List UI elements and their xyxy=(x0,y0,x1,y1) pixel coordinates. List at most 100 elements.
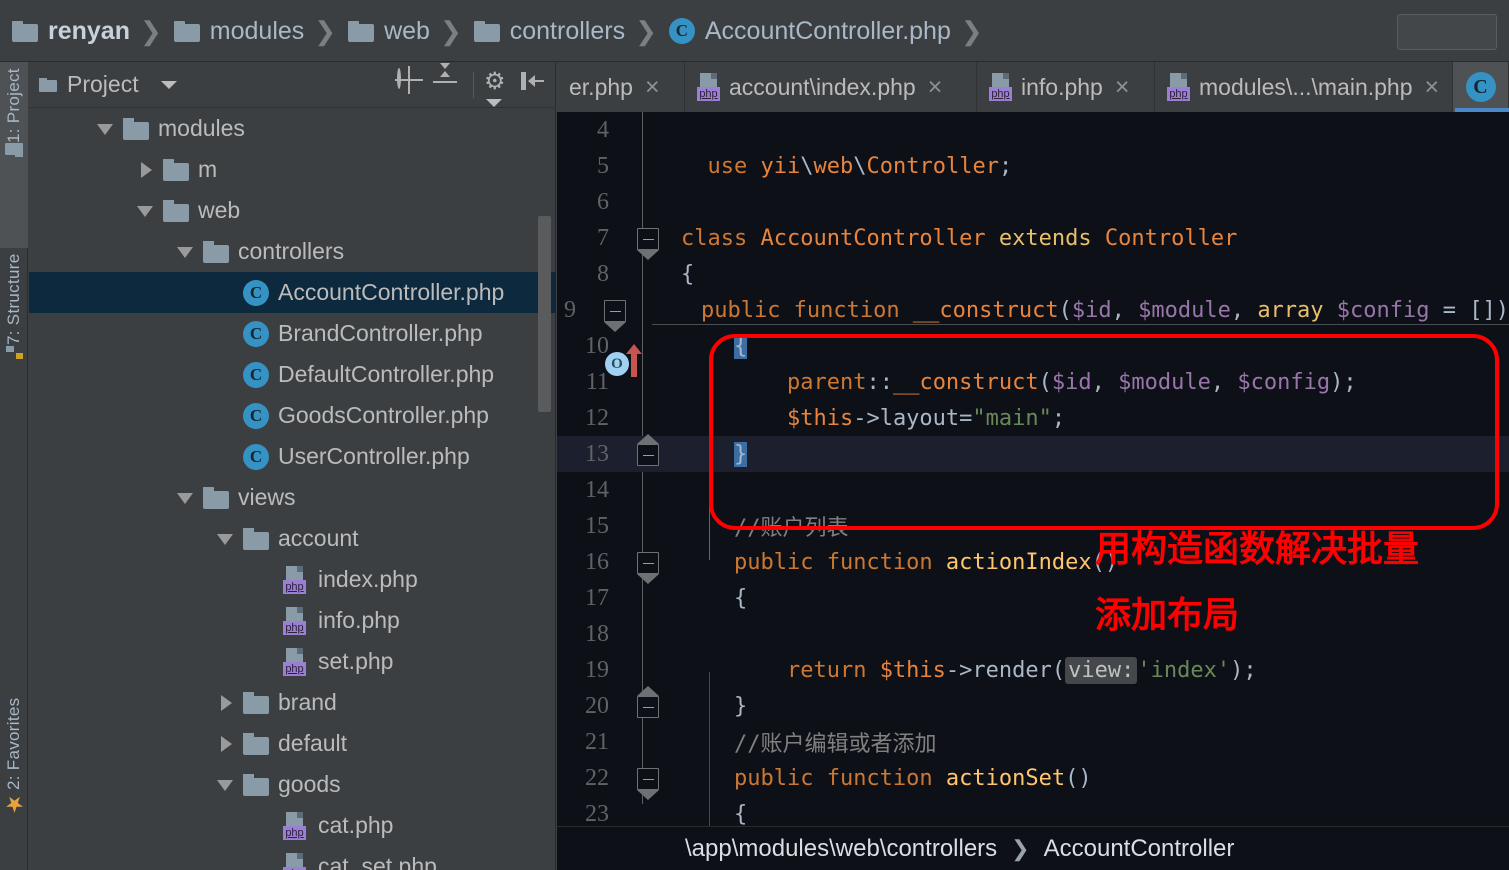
fold-marker[interactable] xyxy=(637,228,659,250)
editor-gutter[interactable] xyxy=(619,328,671,364)
tree-item-info-php[interactable]: php info.php xyxy=(29,600,556,641)
editor-gutter[interactable] xyxy=(619,220,671,260)
gear-icon[interactable]: ⚙ xyxy=(484,70,514,107)
tree-item-goodscontroller-php[interactable]: C GoodsController.php xyxy=(29,395,556,436)
breadcrumb-item-web[interactable]: web ❯ xyxy=(344,0,470,62)
fold-marker[interactable] xyxy=(603,300,626,322)
tree-item-defaultcontroller-php[interactable]: C DefaultController.php xyxy=(29,354,556,395)
code-line[interactable]: 8{ xyxy=(557,256,1509,292)
tool-tab-project[interactable]: 1: Project xyxy=(0,62,28,248)
editor-gutter[interactable] xyxy=(619,508,671,544)
editor-gutter[interactable] xyxy=(586,292,638,332)
tree-item-accountcontroller-php[interactable]: C AccountController.php xyxy=(29,272,556,313)
code-line[interactable]: 10 { xyxy=(557,328,1509,364)
status-symbol[interactable]: AccountController xyxy=(1044,835,1235,863)
editor-tab-modules-main-php[interactable]: php modules\...\main.php × xyxy=(1155,62,1453,112)
tree-item-default[interactable]: default xyxy=(29,723,556,764)
tool-tab-structure[interactable]: 7: Structure xyxy=(0,248,28,438)
fold-marker[interactable] xyxy=(637,696,659,718)
code-line[interactable]: 14 xyxy=(557,472,1509,508)
editor-gutter[interactable] xyxy=(619,472,671,508)
editor-gutter[interactable] xyxy=(619,760,671,800)
tree-item-index-php[interactable]: php index.php xyxy=(29,559,556,600)
editor-tab-info-php[interactable]: php info.php × xyxy=(977,62,1155,112)
tree-item-set-php[interactable]: php set.php xyxy=(29,641,556,682)
chevron-right-icon[interactable] xyxy=(133,157,159,183)
breadcrumb-item-controllers[interactable]: controllers ❯ xyxy=(470,0,665,62)
editor-gutter[interactable] xyxy=(619,580,671,616)
tool-tab-favorites[interactable]: ★ 2: Favorites xyxy=(0,692,28,870)
tree-item-controllers[interactable]: controllers xyxy=(29,231,556,272)
editor-gutter[interactable] xyxy=(619,616,671,652)
code-line[interactable]: 21 //账户编辑或者添加 xyxy=(557,724,1509,760)
project-title-group[interactable]: Project xyxy=(29,71,177,98)
tree-item-web[interactable]: web xyxy=(29,190,556,231)
editor-gutter[interactable] xyxy=(619,184,671,220)
breadcrumb-item-modules[interactable]: modules ❯ xyxy=(170,0,344,62)
editor-gutter[interactable] xyxy=(619,434,671,472)
code-editor[interactable]: O 45 use yii\web\Controller; 6 7 class Acco… xyxy=(557,112,1509,870)
breadcrumb-item-renyan[interactable]: renyan ❯ xyxy=(8,0,170,62)
editor-gutter[interactable] xyxy=(619,148,671,184)
chevron-right-icon[interactable] xyxy=(213,690,239,716)
hide-icon[interactable] xyxy=(520,70,550,100)
code-line[interactable]: 6 xyxy=(557,184,1509,220)
code-line[interactable]: 20 } xyxy=(557,686,1509,724)
tree-item-modules[interactable]: modules xyxy=(29,108,556,149)
chevron-down-icon[interactable] xyxy=(133,198,159,224)
code-line[interactable]: 11 parent::__construct($id, $module, $co… xyxy=(557,364,1509,400)
editor-gutter[interactable] xyxy=(619,256,671,292)
code-line[interactable]: 4 xyxy=(557,112,1509,148)
code-line[interactable]: 17 { xyxy=(557,580,1509,616)
tree-item-m[interactable]: m xyxy=(29,149,556,190)
code-line[interactable]: 9 public function __construct($id, $modu… xyxy=(557,292,1509,332)
chevron-down-icon[interactable] xyxy=(173,239,199,265)
project-tree-scrollbar[interactable] xyxy=(538,216,551,412)
tree-item-brand[interactable]: brand xyxy=(29,682,556,723)
locate-icon[interactable] xyxy=(397,68,427,100)
editor-gutter[interactable] xyxy=(619,686,671,724)
code-line[interactable]: 18 xyxy=(557,616,1509,652)
fold-marker[interactable] xyxy=(637,552,659,574)
breadcrumb-item-accountcontroller-php[interactable]: C AccountController.php ❯ xyxy=(665,0,991,62)
fold-marker[interactable] xyxy=(637,444,659,466)
chevron-down-icon[interactable] xyxy=(213,772,239,798)
nav-widget-box[interactable] xyxy=(1397,14,1497,50)
close-icon[interactable]: × xyxy=(645,73,660,102)
editor-gutter[interactable] xyxy=(619,112,671,148)
code-line[interactable]: 13 } xyxy=(557,434,1509,472)
close-icon[interactable]: × xyxy=(1115,73,1130,102)
tree-item-account[interactable]: account xyxy=(29,518,556,559)
chevron-down-icon[interactable] xyxy=(213,526,239,552)
project-tree[interactable]: modules m web controllers C AccountController… xyxy=(29,108,556,870)
editor-gutter[interactable] xyxy=(619,724,671,760)
editor-gutter[interactable] xyxy=(619,544,671,584)
chevron-down-icon[interactable] xyxy=(173,485,199,511)
tree-item-cat-php[interactable]: php cat.php xyxy=(29,805,556,846)
close-icon[interactable]: × xyxy=(928,73,943,102)
editor-gutter[interactable] xyxy=(619,652,671,688)
code-line[interactable]: 12 $this->layout="main"; xyxy=(557,400,1509,436)
code-line[interactable]: 19 return $this->render(view:'index'); xyxy=(557,652,1509,688)
fold-marker[interactable] xyxy=(637,768,659,790)
editor-tab-active[interactable]: C xyxy=(1453,62,1509,112)
code-line[interactable]: 22 public function actionSet() xyxy=(557,760,1509,800)
chevron-down-icon[interactable] xyxy=(93,116,119,142)
editor-gutter[interactable] xyxy=(619,400,671,436)
close-icon[interactable]: × xyxy=(1425,73,1440,102)
status-path[interactable]: \app\modules\web\controllers xyxy=(685,835,997,863)
code-line[interactable]: 7 class AccountController extends Control… xyxy=(557,220,1509,260)
tree-item-cat-set-php[interactable]: php cat_set.php xyxy=(29,846,556,870)
tree-item-views[interactable]: views xyxy=(29,477,556,518)
collapse-all-icon[interactable] xyxy=(433,63,463,100)
editor-tab-account-index-php[interactable]: php account\index.php × xyxy=(685,62,977,112)
editor-tab-er-php[interactable]: er.php × xyxy=(557,62,685,112)
tree-item-usercontroller-php[interactable]: C UserController.php xyxy=(29,436,556,477)
editor-gutter[interactable] xyxy=(619,364,671,400)
chevron-down-icon[interactable] xyxy=(160,80,177,89)
tree-item-goods[interactable]: goods xyxy=(29,764,556,805)
tree-item-brandcontroller-php[interactable]: C BrandController.php xyxy=(29,313,556,354)
code-line[interactable]: 5 use yii\web\Controller; xyxy=(557,148,1509,184)
chevron-right-icon[interactable] xyxy=(213,731,239,757)
